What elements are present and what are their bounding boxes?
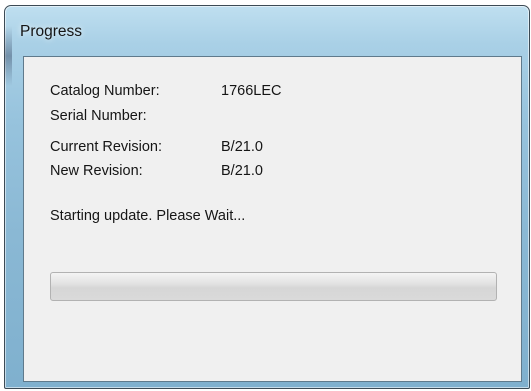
status-message: Starting update. Please Wait... (50, 208, 246, 224)
catalog-number-label: Catalog Number: (50, 83, 160, 99)
serial-number-row: Serial Number: (50, 107, 147, 125)
serial-number-label: Serial Number: (50, 108, 147, 124)
dialog-content: Catalog Number: 1766LEC Serial Number: C… (23, 56, 522, 382)
window-title: Progress (20, 23, 83, 40)
current-revision-label: Current Revision: (50, 139, 163, 155)
new-revision-value: B/21.0 (221, 163, 263, 179)
new-revision-row: New Revision: B/21.0 (50, 162, 263, 180)
progress-bar (50, 272, 497, 301)
progress-dialog-window: Progress Catalog Number: 1766LEC Serial … (4, 5, 530, 389)
new-revision-label: New Revision: (50, 163, 143, 179)
current-revision-row: Current Revision: B/21.0 (50, 138, 263, 156)
current-revision-value: B/21.0 (221, 139, 263, 155)
catalog-number-value: 1766LEC (221, 83, 282, 99)
catalog-number-row: Catalog Number: 1766LEC (50, 82, 281, 100)
